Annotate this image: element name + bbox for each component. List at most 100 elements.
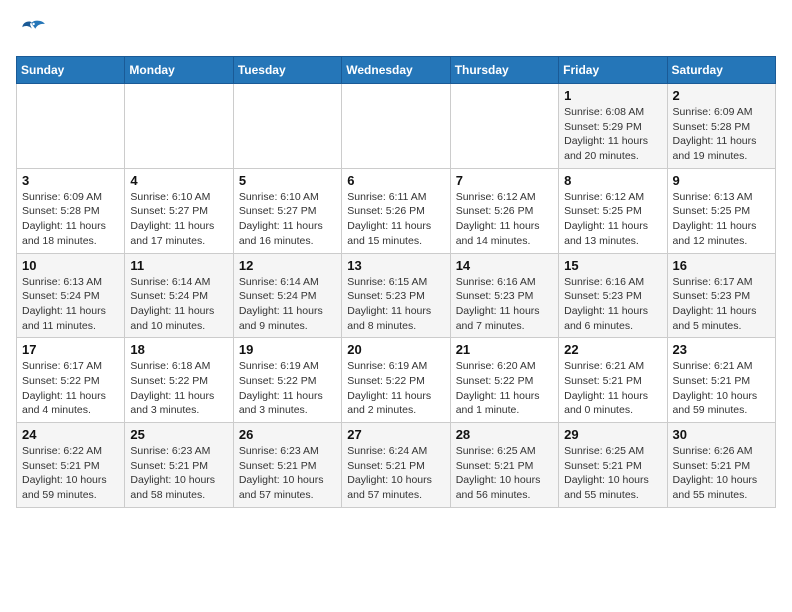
day-detail: Sunrise: 6:14 AM Sunset: 5:24 PM Dayligh… — [130, 275, 227, 334]
day-number: 16 — [673, 258, 770, 273]
weekday-header-monday: Monday — [125, 57, 233, 84]
day-number: 27 — [347, 427, 444, 442]
day-detail: Sunrise: 6:10 AM Sunset: 5:27 PM Dayligh… — [130, 190, 227, 249]
calendar-cell — [233, 84, 341, 169]
day-detail: Sunrise: 6:08 AM Sunset: 5:29 PM Dayligh… — [564, 105, 661, 164]
day-number: 7 — [456, 173, 553, 188]
day-number: 15 — [564, 258, 661, 273]
calendar-cell: 12 Sunrise: 6:14 AM Sunset: 5:24 PM Dayli… — [233, 253, 341, 338]
calendar-cell: 11 Sunrise: 6:14 AM Sunset: 5:24 PM Dayli… — [125, 253, 233, 338]
calendar-cell: 16 Sunrise: 6:17 AM Sunset: 5:23 PM Dayli… — [667, 253, 775, 338]
day-detail: Sunrise: 6:13 AM Sunset: 5:24 PM Dayligh… — [22, 275, 119, 334]
calendar-cell: 13 Sunrise: 6:15 AM Sunset: 5:23 PM Dayli… — [342, 253, 450, 338]
weekday-header-thursday: Thursday — [450, 57, 558, 84]
day-number: 10 — [22, 258, 119, 273]
day-number: 5 — [239, 173, 336, 188]
day-number: 24 — [22, 427, 119, 442]
calendar-cell: 24 Sunrise: 6:22 AM Sunset: 5:21 PM Dayli… — [17, 423, 125, 508]
day-detail: Sunrise: 6:14 AM Sunset: 5:24 PM Dayligh… — [239, 275, 336, 334]
day-number: 30 — [673, 427, 770, 442]
day-detail: Sunrise: 6:12 AM Sunset: 5:26 PM Dayligh… — [456, 190, 553, 249]
calendar-cell: 22 Sunrise: 6:21 AM Sunset: 5:21 PM Dayli… — [559, 338, 667, 423]
weekday-header-wednesday: Wednesday — [342, 57, 450, 84]
calendar-cell: 28 Sunrise: 6:25 AM Sunset: 5:21 PM Dayli… — [450, 423, 558, 508]
day-number: 6 — [347, 173, 444, 188]
day-detail: Sunrise: 6:16 AM Sunset: 5:23 PM Dayligh… — [564, 275, 661, 334]
day-detail: Sunrise: 6:09 AM Sunset: 5:28 PM Dayligh… — [22, 190, 119, 249]
day-number: 13 — [347, 258, 444, 273]
calendar-cell: 2 Sunrise: 6:09 AM Sunset: 5:28 PM Daylig… — [667, 84, 775, 169]
calendar-cell: 4 Sunrise: 6:10 AM Sunset: 5:27 PM Daylig… — [125, 168, 233, 253]
day-detail: Sunrise: 6:21 AM Sunset: 5:21 PM Dayligh… — [673, 359, 770, 418]
calendar-cell — [342, 84, 450, 169]
day-detail: Sunrise: 6:25 AM Sunset: 5:21 PM Dayligh… — [564, 444, 661, 503]
day-number: 22 — [564, 342, 661, 357]
calendar-cell: 6Sunrise: 6:11 AM Sunset: 5:26 PM Daylig… — [342, 168, 450, 253]
day-number: 19 — [239, 342, 336, 357]
day-number: 23 — [673, 342, 770, 357]
day-detail: Sunrise: 6:26 AM Sunset: 5:21 PM Dayligh… — [673, 444, 770, 503]
day-number: 17 — [22, 342, 119, 357]
day-detail: Sunrise: 6:17 AM Sunset: 5:23 PM Dayligh… — [673, 275, 770, 334]
calendar-cell: 19 Sunrise: 6:19 AM Sunset: 5:22 PM Dayli… — [233, 338, 341, 423]
calendar-cell — [450, 84, 558, 169]
day-number: 25 — [130, 427, 227, 442]
day-detail: Sunrise: 6:12 AM Sunset: 5:25 PM Dayligh… — [564, 190, 661, 249]
calendar-cell: 14Sunrise: 6:16 AM Sunset: 5:23 PM Dayli… — [450, 253, 558, 338]
calendar-cell: 3 Sunrise: 6:09 AM Sunset: 5:28 PM Daylig… — [17, 168, 125, 253]
page-header — [16, 16, 776, 48]
day-detail: Sunrise: 6:15 AM Sunset: 5:23 PM Dayligh… — [347, 275, 444, 334]
calendar-cell: 20 Sunrise: 6:19 AM Sunset: 5:22 PM Dayli… — [342, 338, 450, 423]
calendar-cell: 8 Sunrise: 6:12 AM Sunset: 5:25 PM Daylig… — [559, 168, 667, 253]
day-detail: Sunrise: 6:13 AM Sunset: 5:25 PM Dayligh… — [673, 190, 770, 249]
day-detail: Sunrise: 6:24 AM Sunset: 5:21 PM Dayligh… — [347, 444, 444, 503]
weekday-header-sunday: Sunday — [17, 57, 125, 84]
day-detail: Sunrise: 6:10 AM Sunset: 5:27 PM Dayligh… — [239, 190, 336, 249]
weekday-header-saturday: Saturday — [667, 57, 775, 84]
calendar-cell: 21 Sunrise: 6:20 AM Sunset: 5:22 PM Dayli… — [450, 338, 558, 423]
day-detail: Sunrise: 6:20 AM Sunset: 5:22 PM Dayligh… — [456, 359, 553, 418]
day-number: 29 — [564, 427, 661, 442]
day-number: 4 — [130, 173, 227, 188]
day-number: 20 — [347, 342, 444, 357]
day-detail: Sunrise: 6:19 AM Sunset: 5:22 PM Dayligh… — [239, 359, 336, 418]
calendar-cell: 5 Sunrise: 6:10 AM Sunset: 5:27 PM Daylig… — [233, 168, 341, 253]
calendar-cell: 7 Sunrise: 6:12 AM Sunset: 5:26 PM Daylig… — [450, 168, 558, 253]
day-detail: Sunrise: 6:09 AM Sunset: 5:28 PM Dayligh… — [673, 105, 770, 164]
day-number: 1 — [564, 88, 661, 103]
calendar-cell — [125, 84, 233, 169]
day-detail: Sunrise: 6:17 AM Sunset: 5:22 PM Dayligh… — [22, 359, 119, 418]
day-detail: Sunrise: 6:23 AM Sunset: 5:21 PM Dayligh… — [239, 444, 336, 503]
day-number: 8 — [564, 173, 661, 188]
day-number: 3 — [22, 173, 119, 188]
day-number: 21 — [456, 342, 553, 357]
day-detail: Sunrise: 6:19 AM Sunset: 5:22 PM Dayligh… — [347, 359, 444, 418]
day-number: 28 — [456, 427, 553, 442]
weekday-header-friday: Friday — [559, 57, 667, 84]
day-number: 14 — [456, 258, 553, 273]
day-number: 9 — [673, 173, 770, 188]
calendar-cell: 1 Sunrise: 6:08 AM Sunset: 5:29 PM Daylig… — [559, 84, 667, 169]
weekday-header-tuesday: Tuesday — [233, 57, 341, 84]
calendar-table: SundayMondayTuesdayWednesdayThursdayFrid… — [16, 56, 776, 508]
calendar-cell: 17 Sunrise: 6:17 AM Sunset: 5:22 PM Dayli… — [17, 338, 125, 423]
day-number: 26 — [239, 427, 336, 442]
calendar-cell: 29 Sunrise: 6:25 AM Sunset: 5:21 PM Dayli… — [559, 423, 667, 508]
calendar-cell: 26 Sunrise: 6:23 AM Sunset: 5:21 PM Dayli… — [233, 423, 341, 508]
day-detail: Sunrise: 6:21 AM Sunset: 5:21 PM Dayligh… — [564, 359, 661, 418]
calendar-cell: 23 Sunrise: 6:21 AM Sunset: 5:21 PM Dayli… — [667, 338, 775, 423]
day-detail: Sunrise: 6:18 AM Sunset: 5:22 PM Dayligh… — [130, 359, 227, 418]
day-detail: Sunrise: 6:25 AM Sunset: 5:21 PM Dayligh… — [456, 444, 553, 503]
day-detail: Sunrise: 6:23 AM Sunset: 5:21 PM Dayligh… — [130, 444, 227, 503]
calendar-cell: 27 Sunrise: 6:24 AM Sunset: 5:21 PM Dayli… — [342, 423, 450, 508]
calendar-cell: 30 Sunrise: 6:26 AM Sunset: 5:21 PM Dayli… — [667, 423, 775, 508]
day-number: 11 — [130, 258, 227, 273]
calendar-cell: 18Sunrise: 6:18 AM Sunset: 5:22 PM Dayli… — [125, 338, 233, 423]
calendar-cell — [17, 84, 125, 169]
calendar-cell: 25 Sunrise: 6:23 AM Sunset: 5:21 PM Dayli… — [125, 423, 233, 508]
day-number: 12 — [239, 258, 336, 273]
day-number: 2 — [673, 88, 770, 103]
calendar-cell: 9 Sunrise: 6:13 AM Sunset: 5:25 PM Daylig… — [667, 168, 775, 253]
day-detail: Sunrise: 6:22 AM Sunset: 5:21 PM Dayligh… — [22, 444, 119, 503]
calendar-cell: 10 Sunrise: 6:13 AM Sunset: 5:24 PM Dayli… — [17, 253, 125, 338]
